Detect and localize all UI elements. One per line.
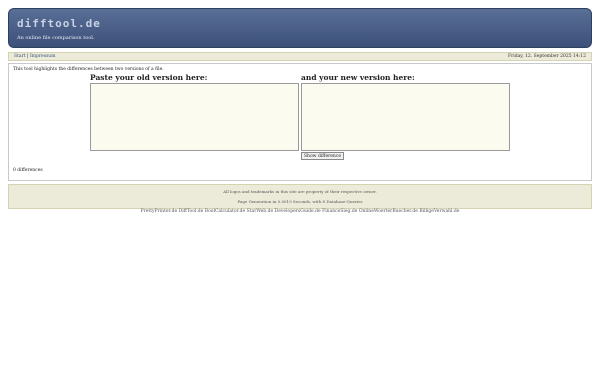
new-version-textarea[interactable] [301, 83, 510, 151]
nav-separator: | [26, 54, 29, 59]
page-generation-info: Page Generation in 0.0019 Seconds, with … [237, 199, 363, 204]
site-logo[interactable]: difftool.de [17, 17, 101, 30]
nav-link-impressum[interactable]: Impressum [30, 54, 56, 59]
partner-site-link[interactable]: DiffTool.de [179, 209, 204, 214]
old-version-textarea[interactable] [90, 83, 299, 151]
partner-site-link[interactable]: OnlineWoerterBuecher.de [359, 209, 418, 214]
footer: All logos and trademarks in this site ar… [8, 184, 592, 209]
site-header: difftool.de An online file comparison to… [8, 8, 592, 48]
partner-sites: PrettyPrinter.de DiffTool.de BoolCalcula… [0, 209, 600, 214]
old-version-label: Paste your old version here: [90, 73, 208, 82]
difference-count: 0 differences [13, 168, 43, 173]
partner-site-link[interactable]: BilligeVerwahl.de [419, 209, 459, 214]
partner-site-link[interactable]: FinanceSieg.de [322, 209, 357, 214]
main-panel: This tool highlights the differences bet… [8, 63, 592, 181]
partner-site-link[interactable]: StarWeb.de [247, 209, 274, 214]
partner-site-link[interactable]: BoolCalculator.de [205, 209, 245, 214]
show-difference-button[interactable]: Show difference [301, 152, 344, 160]
nav-link-start[interactable]: Start [14, 54, 26, 59]
new-version-label: and your new version here: [301, 73, 415, 82]
nav-links: Start | Impressum [14, 54, 55, 59]
site-tagline: An online file comparison tool. [17, 35, 95, 41]
current-datetime: Friday, 12. September 2025 14:12 [507, 54, 586, 59]
nav-bar: Start | Impressum Friday, 12. September … [8, 52, 592, 61]
trademark-notice: All logos and trademarks in this site ar… [223, 189, 377, 194]
intro-text: This tool highlights the differences bet… [13, 67, 164, 72]
partner-site-link[interactable]: DevelopersGuide.de [275, 209, 321, 214]
partner-site-link[interactable]: PrettyPrinter.de [141, 209, 178, 214]
